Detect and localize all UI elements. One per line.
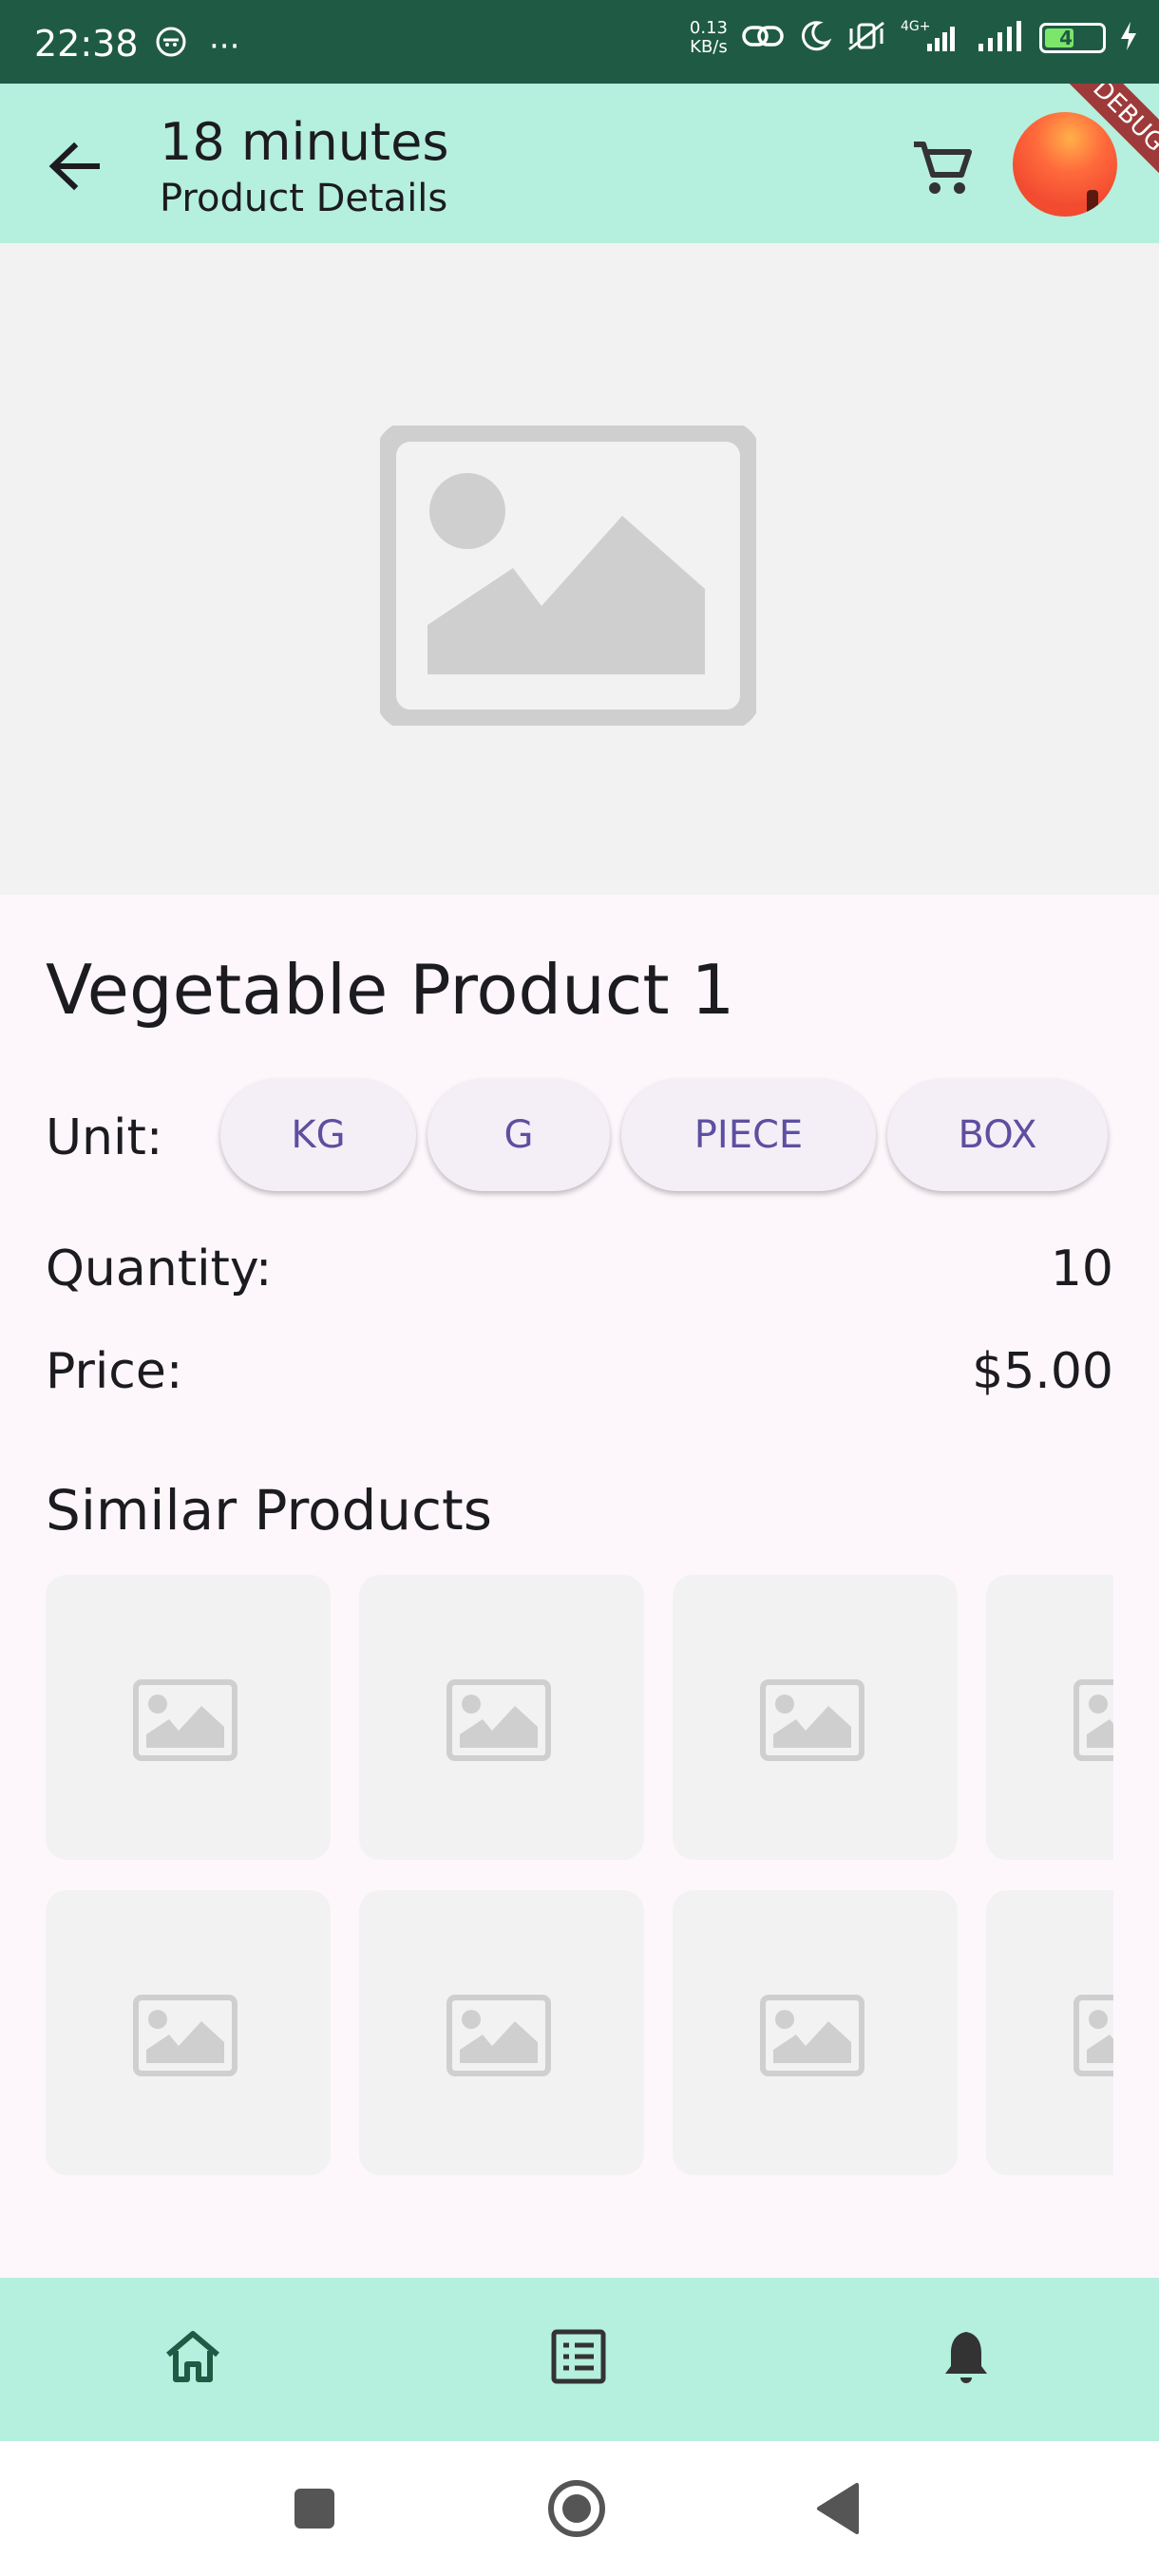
bell-icon [945,2332,987,2383]
battery-icon: 47 [1039,23,1106,53]
unit-chip-box[interactable]: BOX [887,1079,1108,1191]
triangle-back-icon [817,2483,859,2534]
notification-icon [154,25,188,67]
image-placeholder-icon [760,1995,864,2076]
price-label: Price: [46,1343,183,1400]
signal-icon-2 [975,19,1026,57]
back-system-button[interactable] [806,2475,872,2542]
vibrate-off-icon [846,19,887,57]
charging-icon [1119,20,1138,56]
status-right: 0.13 KB/s 4G+ 47 [690,19,1138,57]
cart-icon [914,142,972,194]
quantity-label: Quantity: [46,1241,273,1297]
svg-text:4G+: 4G+ [901,19,931,34]
product-name: Vegetable Product 1 [46,950,735,1030]
page-title: 18 minutes [160,112,449,172]
similar-product-card[interactable] [46,1890,331,2175]
unit-chip-g[interactable]: G [428,1079,610,1191]
price-value: $5.00 [972,1343,1113,1400]
nav-home[interactable] [150,2314,236,2399]
similar-product-card[interactable] [673,1890,958,2175]
similar-product-card[interactable] [986,1890,1113,2175]
home-system-button[interactable] [543,2475,610,2542]
image-placeholder-icon [760,1679,864,1761]
circle-icon [548,2480,605,2537]
recent-apps-button[interactable] [281,2475,348,2542]
nav-orders[interactable] [536,2314,621,2399]
image-placeholder-icon [1074,1995,1113,2076]
status-bar: 22:38 ··· 0.13 KB/s 4G+ 47 [0,0,1159,84]
nav-notifications[interactable] [923,2314,1009,2399]
system-nav [0,2441,1159,2576]
image-placeholder-icon [446,1679,551,1761]
product-image [0,243,1159,895]
image-placeholder-icon [1074,1679,1113,1761]
net-speed: 0.13 KB/s [689,18,728,57]
back-button[interactable] [36,125,118,207]
similar-product-card[interactable] [359,1575,644,1860]
similar-product-card[interactable] [359,1890,644,2175]
status-time: 22:38 [34,23,139,65]
unit-chip-piece[interactable]: PIECE [621,1079,876,1191]
similar-product-card[interactable] [46,1575,331,1860]
bottom-nav [0,2278,1159,2441]
similar-products-title: Similar Products [46,1478,492,1543]
image-placeholder-icon [133,1679,238,1761]
avatar[interactable] [1013,112,1117,217]
link-icon [741,22,785,54]
moon-icon [798,19,832,57]
more-notifications-icon: ··· [209,27,240,66]
app-bar: 18 minutes Product Details DEBUG [0,84,1159,243]
unit-chip-kg[interactable]: KG [220,1079,416,1191]
image-placeholder-icon [133,1995,238,2076]
status-left-icons: ··· [154,25,239,67]
similar-product-card[interactable] [986,1575,1113,1860]
image-placeholder-icon [380,426,756,726]
list-icon [551,2329,606,2384]
home-icon [166,2331,219,2382]
image-placeholder-icon [446,1995,551,2076]
similar-products-grid [46,1575,1113,2177]
quantity-value: 10 [1050,1241,1113,1297]
signal-icon-1: 4G+ [901,19,961,57]
page-subtitle: Product Details [160,177,448,220]
cart-button[interactable] [904,129,980,205]
arrow-back-icon [48,142,100,191]
similar-product-card[interactable] [673,1575,958,1860]
unit-label: Unit: [46,1109,163,1166]
square-icon [294,2489,334,2529]
